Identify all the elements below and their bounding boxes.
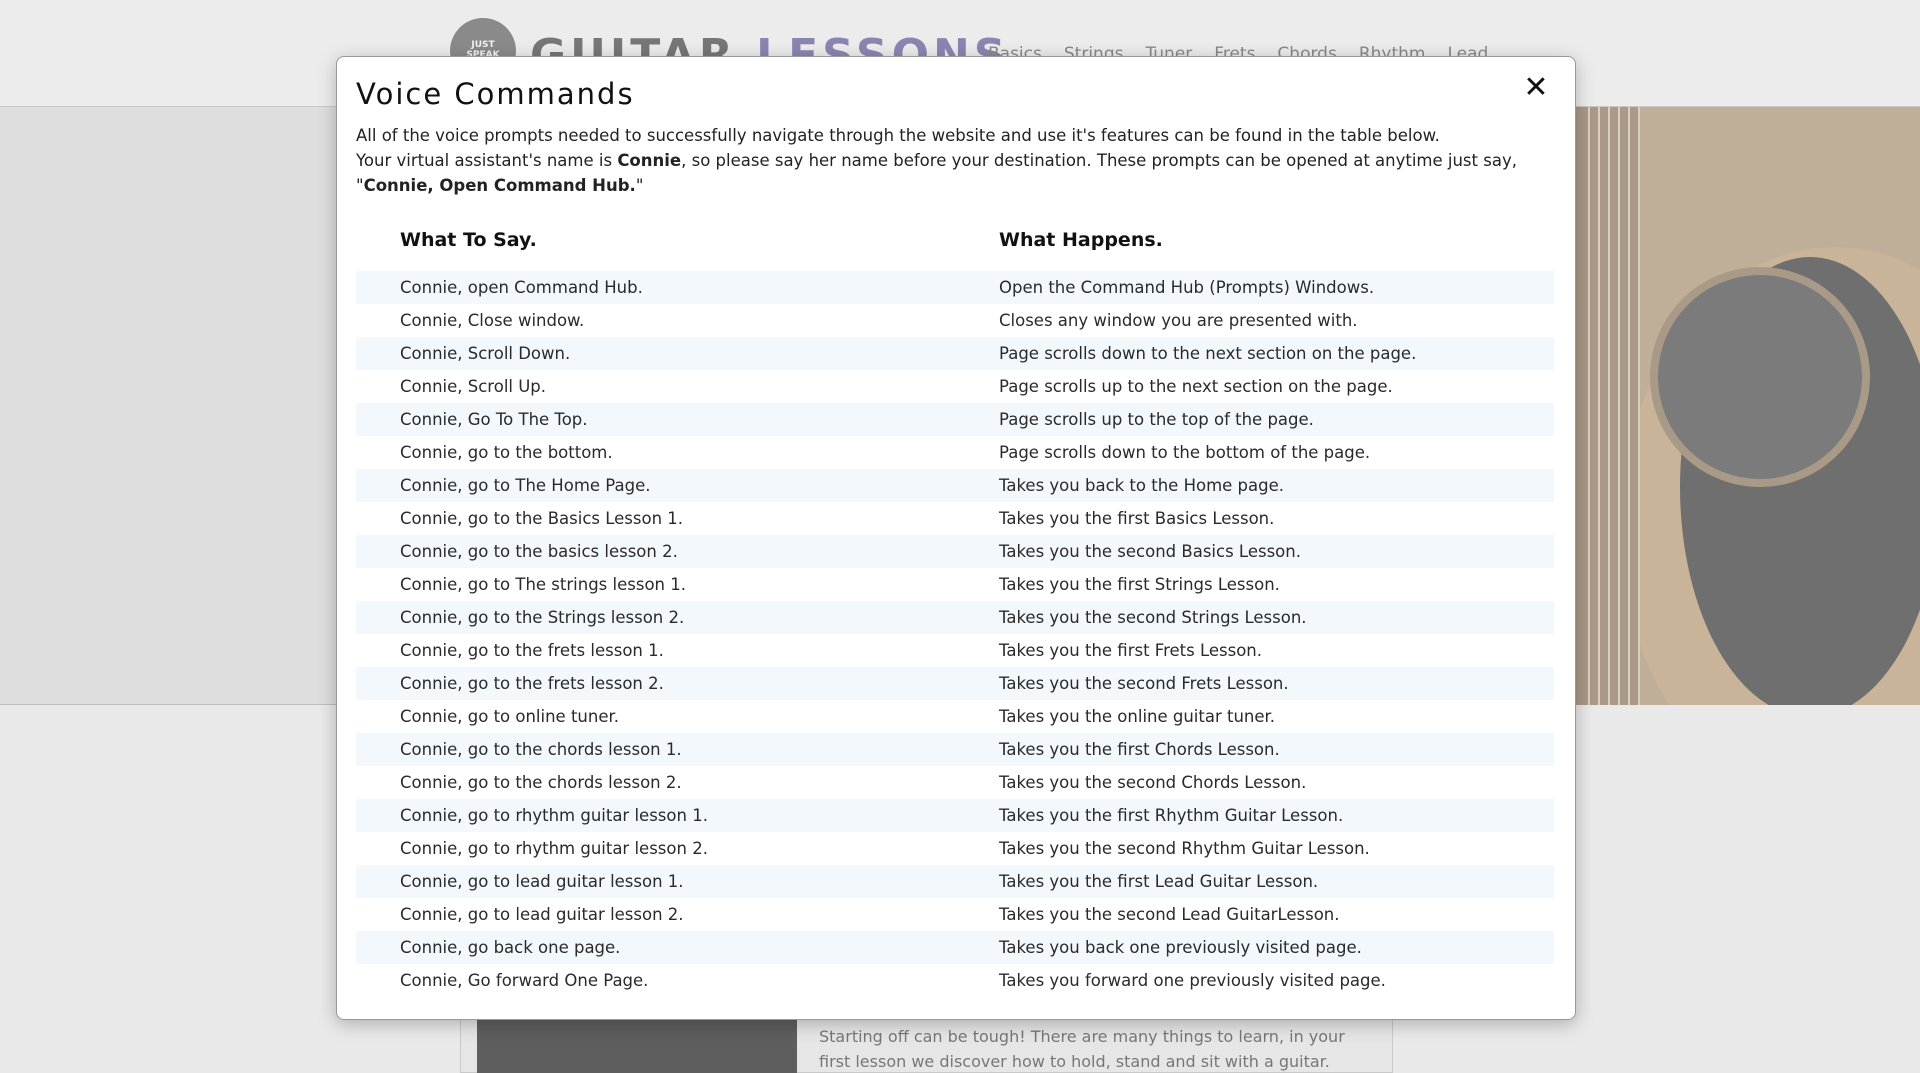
- table-row: Connie, go to the basics lesson 2. Takes …: [356, 535, 1554, 568]
- table-row: Connie, Go forward One Page. Takes you fo…: [356, 964, 1554, 997]
- command-result: Page scrolls down to the bottom of the p…: [999, 443, 1371, 462]
- command-phrase: Connie, go to the basics lesson 2.: [400, 542, 678, 561]
- voice-commands-modal: ✕ Voice Commands All of the voice prompt…: [336, 56, 1576, 1020]
- command-phrase: Connie, go to lead guitar lesson 2.: [400, 905, 684, 924]
- command-result: Takes you the first Chords Lesson.: [999, 740, 1280, 759]
- table-row: Connie, go to The Home Page. Takes you ba…: [356, 469, 1554, 502]
- command-result: Page scrolls up to the next section on t…: [999, 377, 1393, 396]
- command-result: Takes you the second Lead GuitarLesson.: [999, 905, 1340, 924]
- modal-intro: All of the voice prompts needed to succe…: [356, 123, 1556, 198]
- command-result: Takes you the first Lead Guitar Lesson.: [999, 872, 1319, 891]
- command-result: Takes you the first Strings Lesson.: [999, 575, 1280, 594]
- table-row: Connie, go back one page. Takes you back …: [356, 931, 1554, 964]
- table-row: Connie, go to the bottom. Page scrolls do…: [356, 436, 1554, 469]
- command-phrase: Connie, go to The Home Page.: [400, 476, 651, 495]
- command-result: Takes you the online guitar tuner.: [999, 707, 1276, 726]
- table-row: Connie, go to the Strings lesson 2. Takes…: [356, 601, 1554, 634]
- command-phrase: Connie, Go forward One Page.: [400, 971, 649, 990]
- assistant-name: Connie: [617, 151, 682, 170]
- command-phrase: Connie, Scroll Up.: [400, 377, 547, 396]
- table-row: Connie, go to The strings lesson 1. Takes…: [356, 568, 1554, 601]
- modal-title: Voice Commands: [356, 77, 635, 111]
- table-row: Connie, open Command Hub. Open the Comman…: [356, 271, 1554, 304]
- table-body: Connie, open Command Hub. Open the Comman…: [356, 271, 1554, 997]
- command-phrase: Connie, Close window.: [400, 311, 585, 330]
- table-row: Connie, Go To The Top. Page scrolls up to…: [356, 403, 1554, 436]
- command-result: Takes you the second Basics Lesson.: [999, 542, 1301, 561]
- command-phrase: Connie, go to lead guitar lesson 1.: [400, 872, 684, 891]
- command-result: Takes you the second Chords Lesson.: [999, 773, 1307, 792]
- command-result: Takes you forward one previously visited…: [999, 971, 1386, 990]
- table-row: Connie, go to rhythm guitar lesson 2. Tak…: [356, 832, 1554, 865]
- command-phrase: Connie, go to the frets lesson 1.: [400, 641, 664, 660]
- command-phrase: Connie, go to the Strings lesson 2.: [400, 608, 685, 627]
- command-result: Takes you back one previously visited pa…: [999, 938, 1362, 957]
- table-header: What To Say. What Happens.: [356, 221, 1554, 257]
- intro-line-2: Your virtual assistant's name is Connie,…: [356, 151, 1517, 195]
- command-phrase: Connie, open Command Hub.: [400, 278, 643, 297]
- command-result: Takes you the second Frets Lesson.: [999, 674, 1289, 693]
- command-result: Takes you the first Basics Lesson.: [999, 509, 1275, 528]
- command-phrase: Connie, go to The strings lesson 1.: [400, 575, 686, 594]
- open-command-phrase: Connie, Open Command Hub.: [363, 176, 636, 195]
- table-row: Connie, go to lead guitar lesson 1. Takes…: [356, 865, 1554, 898]
- command-result: Takes you back to the Home page.: [999, 476, 1284, 495]
- command-phrase: Connie, go to the frets lesson 2.: [400, 674, 664, 693]
- command-phrase: Connie, go to the Basics Lesson 1.: [400, 509, 684, 528]
- command-phrase: Connie, Go To The Top.: [400, 410, 588, 429]
- table-row: Connie, go to rhythm guitar lesson 1. Tak…: [356, 799, 1554, 832]
- command-result: Page scrolls up to the top of the page.: [999, 410, 1314, 429]
- command-phrase: Connie, go to the chords lesson 2.: [400, 773, 682, 792]
- table-row: Connie, go to online tuner. Takes you the…: [356, 700, 1554, 733]
- column-header-what-happens: What Happens.: [999, 229, 1163, 251]
- table-row: Connie, Scroll Down. Page scrolls down to…: [356, 337, 1554, 370]
- intro-line-1: All of the voice prompts needed to succe…: [356, 126, 1440, 145]
- command-phrase: Connie, go to online tuner.: [400, 707, 620, 726]
- command-result: Closes any window you are presented with…: [999, 311, 1358, 330]
- command-phrase: Connie, go to rhythm guitar lesson 2.: [400, 839, 708, 858]
- command-phrase: Connie, go to the chords lesson 1.: [400, 740, 682, 759]
- command-phrase: Connie, go to rhythm guitar lesson 1.: [400, 806, 708, 825]
- command-result: Page scrolls down to the next section on…: [999, 344, 1417, 363]
- command-result: Takes you the first Rhythm Guitar Lesson…: [999, 806, 1344, 825]
- commands-table: What To Say. What Happens. Connie, open …: [356, 221, 1554, 990]
- table-row: Connie, go to the frets lesson 2. Takes y…: [356, 667, 1554, 700]
- table-row: Connie, go to the chords lesson 2. Takes …: [356, 766, 1554, 799]
- command-result: Open the Command Hub (Prompts) Windows.: [999, 278, 1375, 297]
- column-header-what-to-say: What To Say.: [400, 229, 537, 251]
- table-row: Connie, go to the chords lesson 1. Takes …: [356, 733, 1554, 766]
- hero-guitar-image: [1560, 107, 1920, 705]
- command-result: Takes you the second Rhythm Guitar Lesso…: [999, 839, 1370, 858]
- command-result: Takes you the first Frets Lesson.: [999, 641, 1263, 660]
- table-row: Connie, Close window. Closes any window y…: [356, 304, 1554, 337]
- command-phrase: Connie, go back one page.: [400, 938, 621, 957]
- lesson-card-text: Starting off can be tough! There are man…: [819, 1027, 1345, 1071]
- table-row: Connie, Scroll Up. Page scrolls up to the…: [356, 370, 1554, 403]
- command-phrase: Connie, Scroll Down.: [400, 344, 571, 363]
- close-icon[interactable]: ✕: [1521, 73, 1551, 103]
- table-row: Connie, go to lead guitar lesson 2. Takes…: [356, 898, 1554, 931]
- table-row: Connie, go to the Basics Lesson 1. Takes …: [356, 502, 1554, 535]
- table-row: Connie, go to the frets lesson 1. Takes y…: [356, 634, 1554, 667]
- command-phrase: Connie, go to the bottom.: [400, 443, 613, 462]
- command-result: Takes you the second Strings Lesson.: [999, 608, 1307, 627]
